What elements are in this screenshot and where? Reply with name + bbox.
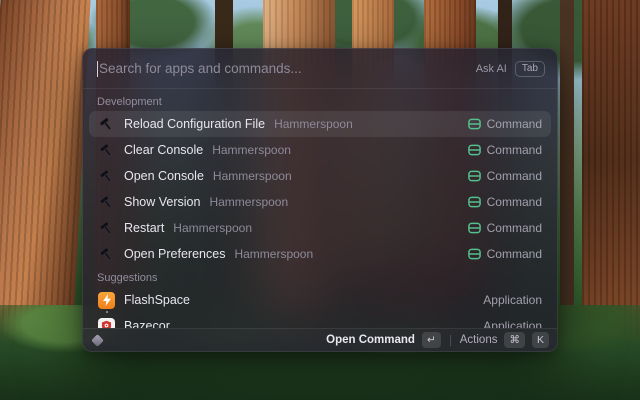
list-item[interactable]: Restart Hammerspoon Command (89, 215, 551, 241)
accessory: Command (467, 247, 542, 261)
section-header-suggestions: Suggestions (97, 272, 158, 284)
accessory-label: Command (486, 195, 542, 209)
accessory-label: Application (483, 319, 542, 328)
tab-key-badge: Tab (514, 60, 545, 77)
command-type-icon (467, 196, 481, 208)
list-item[interactable]: Show Version Hammerspoon Command (89, 189, 551, 215)
hammerspoon-icon (98, 168, 115, 185)
list-item[interactable]: Clear Console Hammerspoon Command (89, 137, 551, 163)
search-bar: Ask AI Tab (83, 49, 557, 89)
command-subtitle: Hammerspoon (209, 195, 289, 209)
flashspace-icon (98, 291, 115, 313)
accessory-label: Application (483, 293, 542, 307)
command-subtitle: Hammerspoon (212, 169, 292, 183)
command-type-icon (467, 170, 481, 182)
app-title: FlashSpace (124, 293, 191, 307)
ask-ai-label[interactable]: Ask AI (476, 63, 507, 75)
hammerspoon-icon (98, 194, 115, 211)
command-title: Restart (124, 221, 165, 235)
bazecor-icon (98, 317, 115, 328)
accessory: Command (467, 195, 542, 209)
accessory: Command (467, 221, 542, 235)
command-subtitle: Hammerspoon (173, 221, 252, 235)
hammerspoon-icon (98, 116, 115, 133)
accessory: Command (467, 117, 542, 131)
accessory: Command (467, 143, 542, 157)
command-type-icon (467, 144, 481, 156)
action-bar: Open Command ↵ Actions ⌘ K (83, 328, 557, 351)
list-item[interactable]: Reload Configuration File Hammerspoon Co… (89, 111, 551, 137)
actions-menu-button[interactable]: Actions (460, 334, 498, 346)
cmd-key-icon: ⌘ (504, 331, 525, 349)
command-title: Clear Console (124, 143, 204, 157)
list-item[interactable]: Open Console Hammerspoon Command (89, 163, 551, 189)
list-item[interactable]: Open Preferences Hammerspoon Command (89, 241, 551, 267)
accessory: Application (483, 319, 542, 328)
accessory: Application (483, 293, 542, 307)
command-title: Show Version (124, 195, 201, 209)
extension-diamond-icon (91, 333, 104, 347)
launcher-window: Ask AI Tab Development Reload Configurat… (82, 48, 558, 352)
k-key-icon: K (531, 331, 549, 349)
hammerspoon-icon (98, 142, 115, 159)
command-title: Reload Configuration File (124, 117, 266, 131)
hammerspoon-icon (98, 246, 115, 263)
command-subtitle: Hammerspoon (234, 247, 314, 261)
accessory-label: Command (486, 169, 542, 183)
running-indicator-dot (105, 310, 108, 313)
command-subtitle: Hammerspoon (274, 117, 353, 131)
search-input[interactable] (99, 61, 476, 76)
accessory-label: Command (486, 221, 542, 235)
hammerspoon-icon (98, 220, 115, 237)
primary-action-button[interactable]: Open Command (326, 334, 415, 346)
list-item[interactable]: FlashSpace Application (89, 287, 551, 313)
accessory: Command (467, 169, 542, 183)
accessory-label: Command (486, 117, 542, 131)
accessory-label: Command (486, 247, 542, 261)
command-title: Open Console (124, 169, 204, 183)
enter-key-icon: ↵ (421, 331, 441, 349)
command-title: Open Preferences (124, 247, 226, 261)
command-type-icon (467, 118, 481, 130)
footer-divider (449, 334, 451, 346)
section-header-development: Development (97, 96, 162, 108)
accessory-label: Command (486, 143, 542, 157)
list-item[interactable]: Bazecor Application (89, 313, 551, 328)
command-type-icon (467, 222, 481, 234)
app-title: Bazecor (124, 319, 170, 328)
text-caret (97, 60, 98, 77)
results-list: Development Reload Configuration File Ha… (83, 89, 557, 328)
command-subtitle: Hammerspoon (212, 143, 291, 157)
command-type-icon (467, 248, 481, 260)
